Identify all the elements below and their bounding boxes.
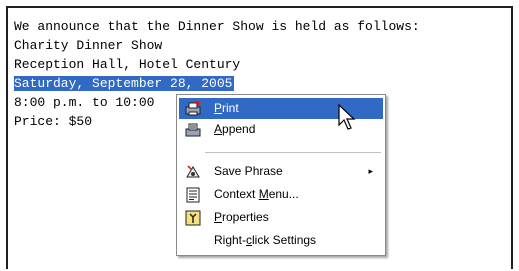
selected-text[interactable]: Saturday, September 28, 2005 — [14, 76, 235, 91]
menu-item-label: Properties — [214, 210, 269, 224]
doc-line-2: Charity Dinner Show — [14, 38, 163, 53]
menu-separator — [205, 152, 381, 153]
menu-item-save-phrase[interactable]: Save Phrase ▸ — [179, 161, 383, 182]
menu-item-label: Context Menu... — [214, 187, 299, 201]
doc-line-3: Reception Hall, Hotel Century — [14, 57, 241, 72]
print-icon — [185, 101, 202, 117]
menu-item-label: Save Phrase — [214, 164, 283, 178]
properties-icon — [185, 210, 201, 226]
save-phrase-icon — [185, 164, 201, 180]
menu-item-context-menu[interactable]: Context Menu... — [179, 184, 383, 205]
menu-item-label: Right-click Settings — [214, 233, 317, 247]
doc-line-1: We announce that the Dinner Show is held… — [14, 19, 420, 34]
menu-item-properties[interactable]: Properties — [179, 207, 383, 228]
menu-item-label: Append — [214, 122, 256, 136]
submenu-arrow-icon: ▸ — [368, 166, 373, 176]
doc-line-selected[interactable]: Saturday, September 28, 2005 — [14, 75, 235, 93]
doc-line-5: 8:00 p.m. to 10:00 — [14, 95, 155, 110]
menu-item-label: Print — [214, 101, 239, 115]
context-menu-icon — [185, 187, 201, 203]
doc-line-6: Price: $50 — [14, 114, 93, 129]
mouse-pointer-icon — [338, 104, 356, 130]
append-icon — [185, 122, 201, 138]
menu-item-right-click-settings[interactable]: Right-click Settings — [179, 230, 383, 251]
